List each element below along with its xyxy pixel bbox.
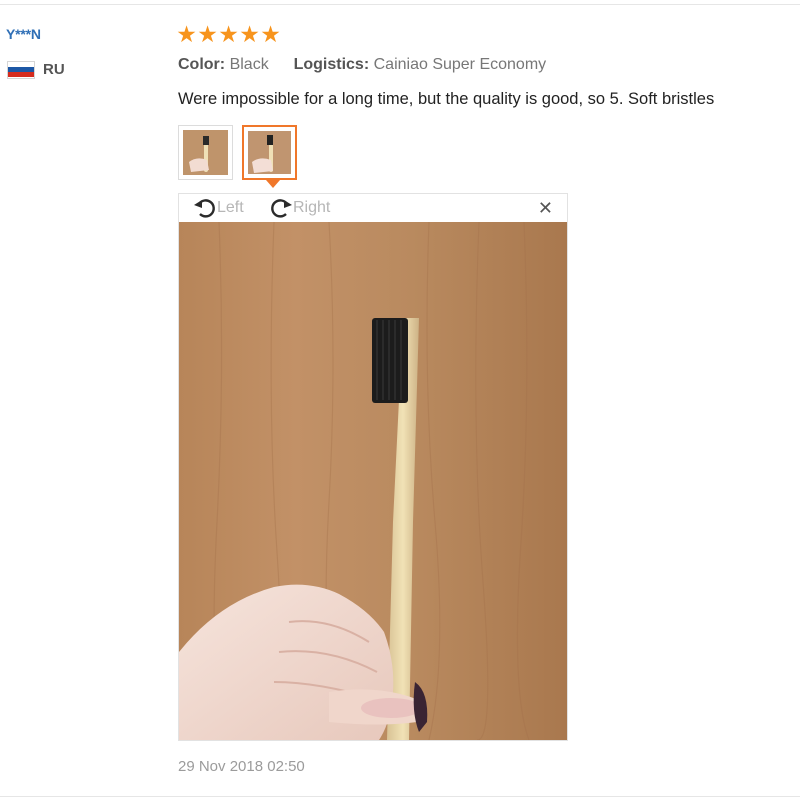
star-icon: ★ (218, 21, 239, 47)
close-icon[interactable]: ✕ (538, 199, 553, 217)
rotate-right-label: Right (293, 199, 331, 216)
rotate-right-button[interactable]: Right (269, 197, 330, 219)
star-icon: ★ (176, 21, 197, 47)
toothbrush-photo-thumbnail (183, 130, 228, 175)
reviewer-country: RU (8, 61, 65, 78)
toothbrush-photo (179, 222, 567, 740)
rotate-cw-icon (271, 199, 292, 218)
country-code: RU (43, 61, 65, 78)
rotate-ccw-icon (194, 199, 215, 218)
toothbrush-photo-thumbnail (248, 131, 291, 174)
color-label: Color: (178, 56, 226, 73)
logistics-value: Cainiao Super Economy (373, 56, 547, 73)
viewer-toolbar: Left Right ✕ (179, 194, 567, 222)
order-attributes: Color: Black Logistics: Cainiao Super Ec… (178, 56, 546, 74)
selected-thumbnail-indicator (266, 180, 280, 188)
bottom-divider (0, 796, 800, 797)
review-photo (179, 222, 567, 740)
review-date: 29 Nov 2018 02:50 (178, 758, 305, 775)
reviewer-name[interactable]: Y***N (6, 26, 41, 42)
star-icon: ★ (260, 21, 281, 47)
image-viewer: Left Right ✕ (178, 193, 568, 741)
rotate-left-button[interactable]: Left (193, 197, 244, 219)
star-icon: ★ (197, 21, 218, 47)
photo-thumbnail[interactable] (178, 125, 233, 180)
russia-flag-icon (8, 61, 34, 78)
rotate-left-label: Left (217, 199, 244, 216)
top-divider (0, 4, 800, 5)
star-rating: ★ ★ ★ ★ ★ (176, 22, 281, 46)
star-icon: ★ (239, 21, 260, 47)
logistics-label: Logistics: (293, 56, 370, 73)
review-text: Were impossible for a long time, but the… (178, 90, 715, 108)
photo-thumbnail-selected[interactable] (242, 125, 297, 180)
color-value: Black (229, 56, 269, 73)
